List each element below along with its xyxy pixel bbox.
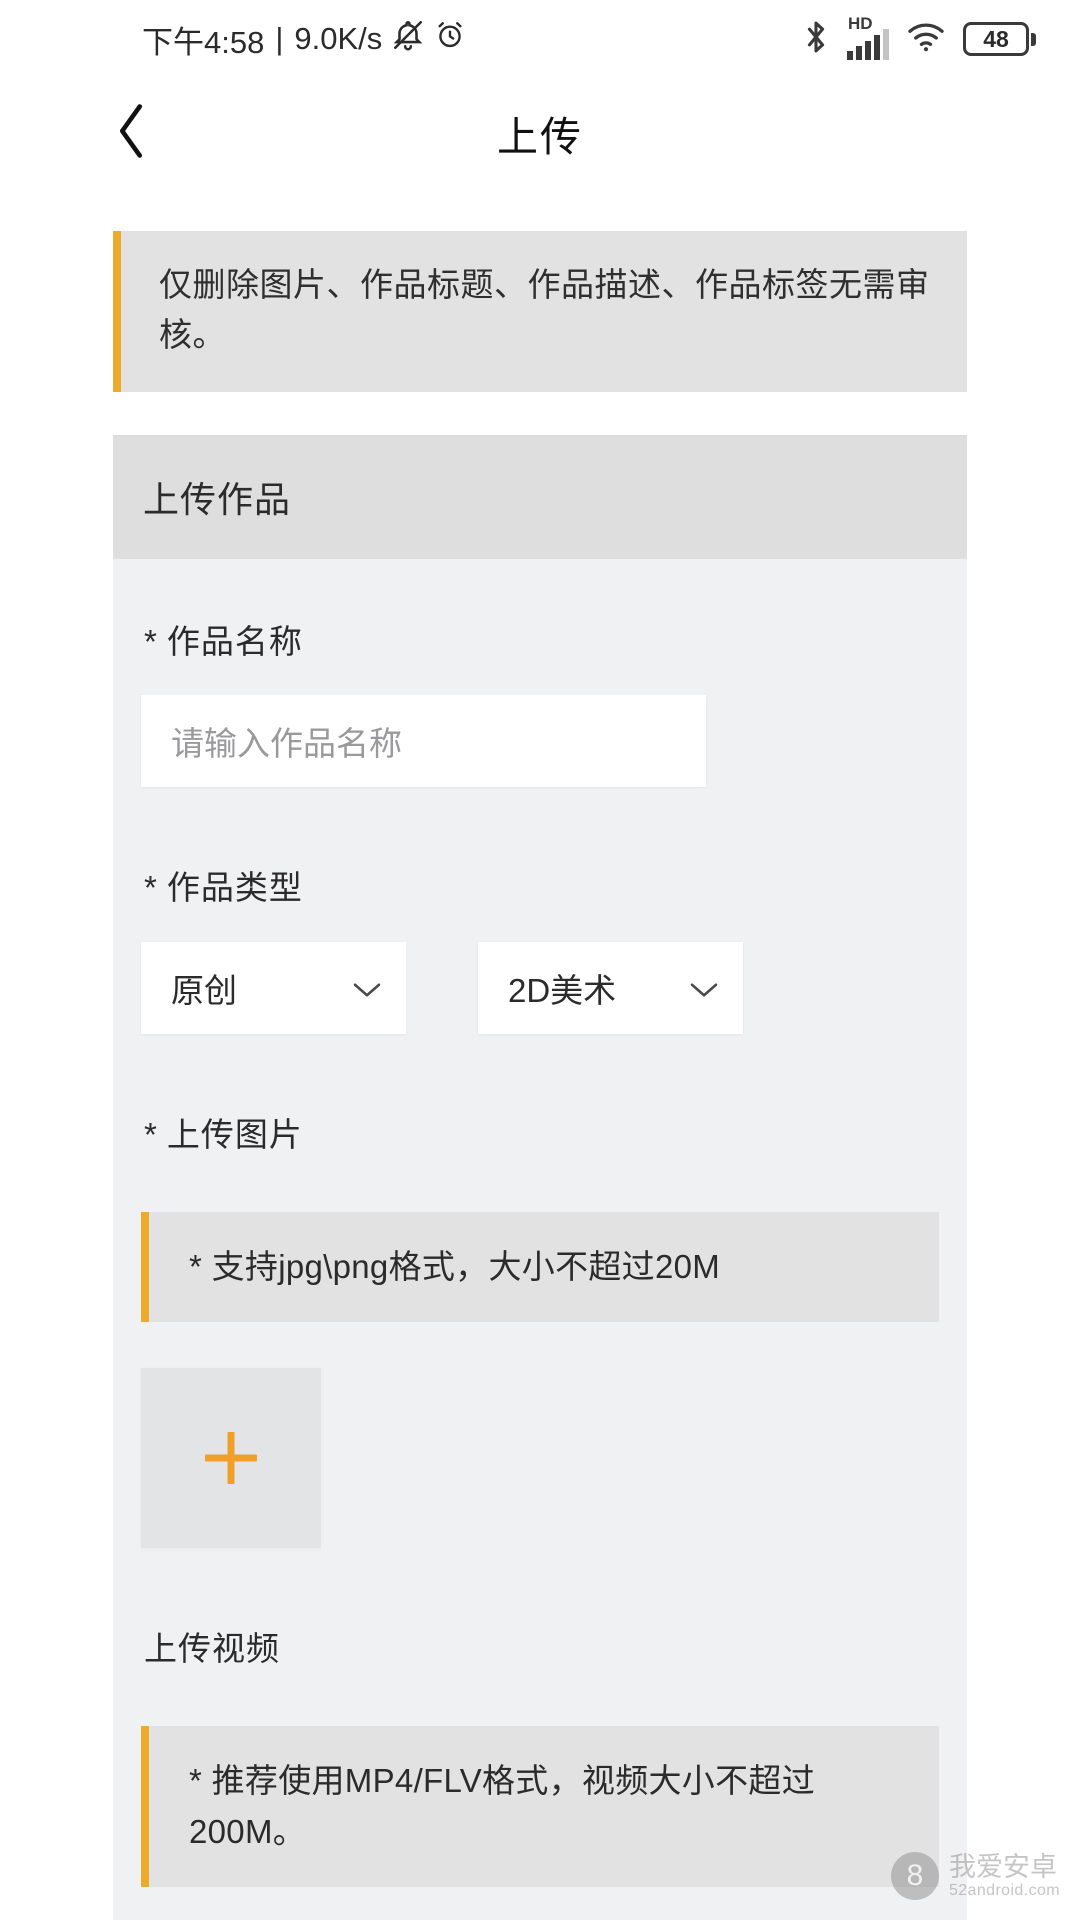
work-name-placeholder: 请输入作品名称 <box>171 725 402 763</box>
status-network-speed: 9.0K/s <box>294 21 383 56</box>
watermark-subtitle: 52android.com <box>948 1881 1060 1899</box>
battery-level-label: 48 <box>983 25 1009 52</box>
notice-text: 仅删除图片、作品标题、作品描述、作品标签无需审核。 <box>159 266 930 354</box>
plus-icon <box>205 1432 257 1484</box>
chevron-left-icon <box>114 103 148 164</box>
chevron-down-icon <box>689 969 719 1007</box>
origin-select[interactable]: 原创 <box>141 942 406 1035</box>
work-name-label: * 作品名称 <box>141 615 939 663</box>
field-work-name: * 作品名称 请输入作品名称 <box>141 615 939 788</box>
card-body: * 作品名称 请输入作品名称 * 作品类型 原创 2D美术 * 上传图片 * 支… <box>113 559 967 1920</box>
alarm-clock-icon <box>434 19 466 59</box>
field-work-type: * 作品类型 原创 2D美术 <box>141 861 939 1035</box>
required-star: * <box>144 869 158 907</box>
chevron-down-icon <box>352 969 382 1007</box>
upload-video-label: 上传视频 <box>141 1622 939 1670</box>
app-bar: 上传 <box>0 78 1080 188</box>
wifi-icon <box>906 21 946 58</box>
required-star: * <box>144 1116 158 1154</box>
upload-video-hint: * 推荐使用MP4/FLV格式，视频大小不超过200M。 <box>141 1726 939 1887</box>
bell-mute-icon <box>391 18 425 60</box>
upload-video-label-text: 上传视频 <box>144 1630 280 1668</box>
work-type-label-text: 作品类型 <box>166 869 303 907</box>
watermark-logo-icon: 8 <box>890 1852 939 1900</box>
watermark-text: 我爱安卓 52android.com <box>948 1851 1060 1899</box>
upload-work-card: 上传作品 * 作品名称 请输入作品名称 * 作品类型 原创 2D美术 * 上传图… <box>113 435 967 1920</box>
add-image-button[interactable] <box>141 1368 321 1549</box>
signal-bars-icon: HD <box>847 14 889 60</box>
upload-image-label-text: 上传图片 <box>166 1116 303 1154</box>
watermark: 8 我爱安卓 52android.com <box>890 1851 1060 1900</box>
status-separator: | <box>275 21 284 56</box>
category-select[interactable]: 2D美术 <box>478 942 743 1035</box>
battery-icon: 48 <box>963 22 1036 56</box>
status-bar-right: HD 48 <box>802 14 1036 60</box>
status-bar: 下午4:58 | 9.0K/s HD 48 <box>0 0 1080 78</box>
work-type-selects-row: 原创 2D美术 <box>141 942 939 1035</box>
field-upload-image: * 上传图片 * 支持jpg\png格式，大小不超过20M <box>141 1108 939 1549</box>
upload-image-hint: * 支持jpg\png格式，大小不超过20M <box>141 1212 939 1323</box>
back-button[interactable] <box>96 98 166 168</box>
work-type-label: * 作品类型 <box>141 861 939 909</box>
work-name-input[interactable]: 请输入作品名称 <box>141 695 706 788</box>
watermark-title: 我爱安卓 <box>948 1851 1057 1882</box>
upload-image-label: * 上传图片 <box>141 1108 939 1156</box>
notice-banner: 仅删除图片、作品标题、作品描述、作品标签无需审核。 <box>113 231 967 393</box>
required-star: * <box>144 623 158 661</box>
phone-screen: 下午4:58 | 9.0K/s HD 48 上传 仅删除图片、作品标题、作品描述… <box>0 0 1080 1920</box>
page-content: 仅删除图片、作品标题、作品描述、作品标签无需审核。 上传作品 * 作品名称 请输入… <box>0 188 1080 1920</box>
category-select-value: 2D美术 <box>508 972 617 1010</box>
page-scroll-area[interactable]: 仅删除图片、作品标题、作品描述、作品标签无需审核。 上传作品 * 作品名称 请输入… <box>0 188 1080 1920</box>
card-header-title: 上传作品 <box>113 435 967 560</box>
work-name-label-text: 作品名称 <box>166 623 303 661</box>
bluetooth-icon <box>802 19 830 60</box>
status-time: 下午4:58 <box>142 24 265 60</box>
origin-select-value: 原创 <box>171 972 237 1010</box>
status-bar-left: 下午4:58 | 9.0K/s <box>142 17 466 62</box>
field-upload-video: 上传视频 * 推荐使用MP4/FLV格式，视频大小不超过200M。 <box>141 1622 939 1920</box>
hd-label: HD <box>848 13 873 33</box>
